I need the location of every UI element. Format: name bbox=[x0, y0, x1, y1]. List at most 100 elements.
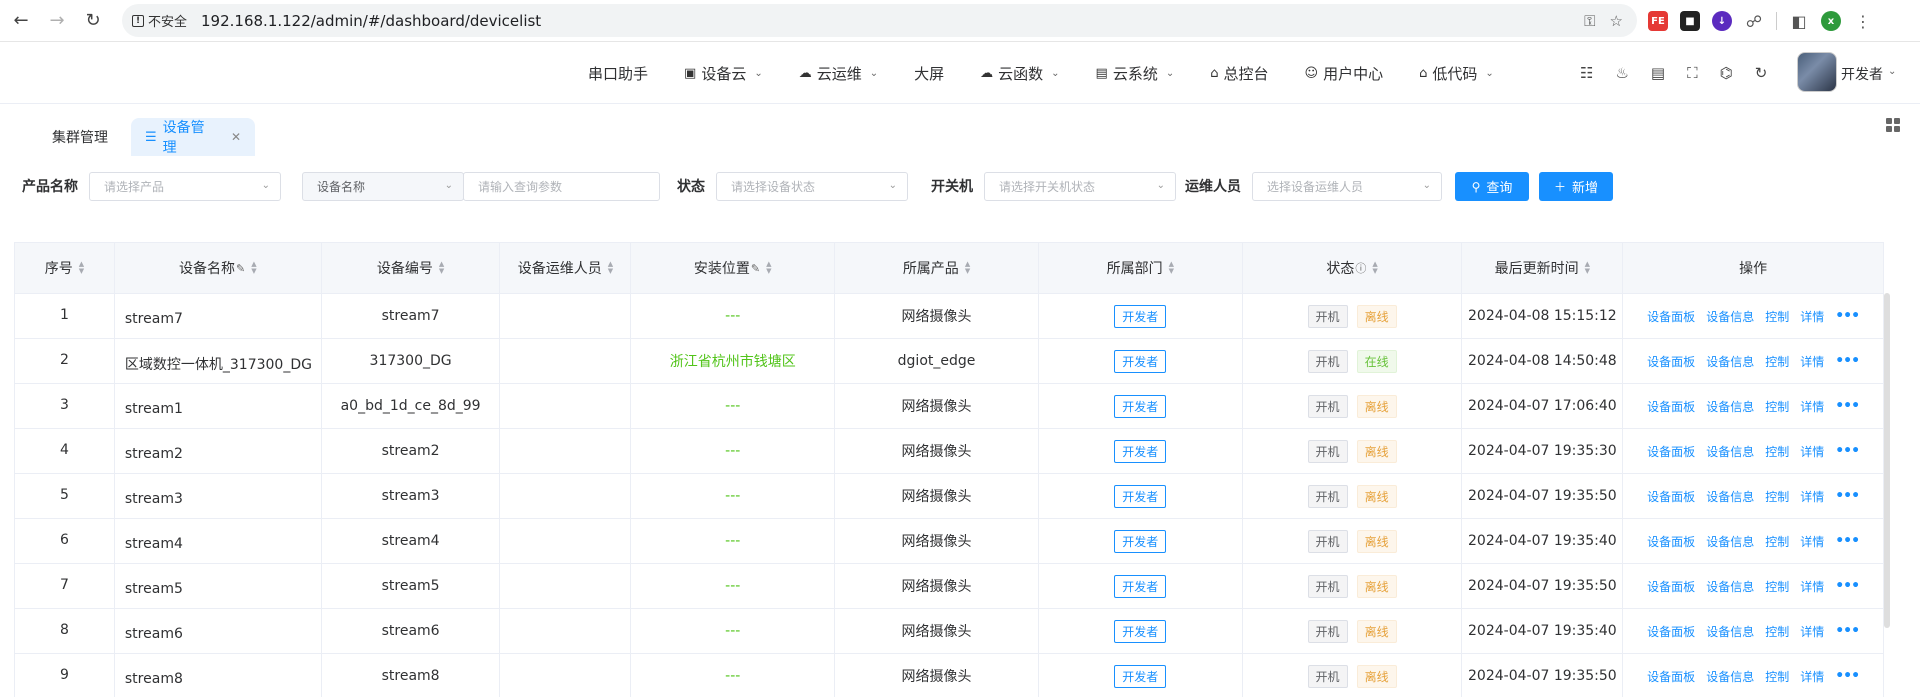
sort-icon[interactable]: ▲ ▼ bbox=[439, 261, 444, 275]
table-row[interactable]: 9 stream8 stream8 --- 网络摄像头 开发者 开机 离线 2024-04-07… bbox=[15, 654, 1883, 697]
more-icon[interactable]: ••• bbox=[1835, 668, 1860, 684]
device-panel-link[interactable]: 设备面板 bbox=[1647, 443, 1695, 460]
star-icon[interactable]: ☆ bbox=[1610, 12, 1623, 30]
menu-item[interactable]: 串口助手 bbox=[588, 63, 648, 84]
control-link[interactable]: 控制 bbox=[1765, 488, 1789, 505]
info-icon[interactable]: ⓘ bbox=[1355, 260, 1366, 276]
menu-item[interactable]: ⌂ 低代码 ⌄ bbox=[1419, 63, 1494, 84]
table-row[interactable]: 2 区域数控一体机_317300_DG 317300_DG 浙江省杭州市钱塘区 dgio… bbox=[15, 339, 1883, 384]
tree-icon[interactable]: ☷ bbox=[1580, 64, 1593, 82]
bell-icon[interactable]: ♨ bbox=[1615, 64, 1628, 82]
header-department[interactable]: 所属部门 ▲ ▼ bbox=[1039, 243, 1243, 293]
table-row[interactable]: 1 stream7 stream7 --- 网络摄像头 开发者 开机 离线 2024-04-08… bbox=[15, 294, 1883, 339]
sort-icon[interactable]: ▲ ▼ bbox=[251, 261, 256, 275]
control-link[interactable]: 控制 bbox=[1765, 623, 1789, 640]
reload-icon[interactable]: ↻ bbox=[78, 6, 108, 36]
menu-item[interactable]: ☺ 用户中心 bbox=[1305, 63, 1384, 84]
table-row[interactable]: 8 stream6 stream6 --- 网络摄像头 开发者 开机 离线 2024-04-07… bbox=[15, 609, 1883, 654]
fe-extension-icon[interactable]: FE bbox=[1648, 11, 1668, 31]
device-panel-link[interactable]: 设备面板 bbox=[1647, 398, 1695, 415]
menu-item[interactable]: ▣ 设备云 ⌄ bbox=[684, 63, 763, 84]
device-info-link[interactable]: 设备信息 bbox=[1706, 623, 1754, 640]
grid-icon[interactable] bbox=[1886, 118, 1900, 132]
menu-item[interactable]: ⌂ 总控台 bbox=[1210, 63, 1268, 84]
profile-avatar[interactable]: x bbox=[1821, 11, 1841, 31]
detail-link[interactable]: 详情 bbox=[1800, 443, 1824, 460]
menu-item[interactable]: ▤ 云系统 ⌄ bbox=[1096, 63, 1175, 84]
control-link[interactable]: 控制 bbox=[1765, 353, 1789, 370]
device-info-link[interactable]: 设备信息 bbox=[1706, 353, 1754, 370]
add-button[interactable]: ＋ 新增 bbox=[1539, 172, 1613, 201]
header-product[interactable]: 所属产品 ▲ ▼ bbox=[835, 243, 1039, 293]
sort-icon[interactable]: ▲ ▼ bbox=[608, 261, 613, 275]
back-icon[interactable]: ← bbox=[6, 6, 36, 36]
header-device-name[interactable]: 设备名称 ✎ ▲ ▼ bbox=[115, 243, 322, 293]
detail-link[interactable]: 详情 bbox=[1800, 668, 1824, 685]
avatar[interactable] bbox=[1797, 52, 1837, 92]
query-button[interactable]: ⚲ 查询 bbox=[1455, 172, 1529, 201]
more-icon[interactable]: ••• bbox=[1835, 353, 1860, 369]
more-icon[interactable]: ••• bbox=[1835, 398, 1860, 414]
side-panel-icon[interactable]: ◧ bbox=[1789, 11, 1809, 31]
detail-link[interactable]: 详情 bbox=[1800, 308, 1824, 325]
control-link[interactable]: 控制 bbox=[1765, 398, 1789, 415]
control-link[interactable]: 控制 bbox=[1765, 668, 1789, 685]
tab-cluster-management[interactable]: 集群管理 bbox=[38, 118, 122, 156]
header-updated-time[interactable]: 最后更新时间 ▲ ▼ bbox=[1462, 243, 1624, 293]
chevron-down-icon[interactable]: ⌄ bbox=[1888, 66, 1896, 77]
puzzle-icon[interactable]: ☍ bbox=[1744, 11, 1764, 31]
address-bar[interactable]: ! 不安全 192.168.1.122/admin/#/dashboard/de… bbox=[122, 4, 1637, 37]
key-icon[interactable]: ⚿ bbox=[1584, 12, 1595, 30]
detail-link[interactable]: 详情 bbox=[1800, 488, 1824, 505]
tab-device-management[interactable]: ☰ 设备管理 ✕ bbox=[131, 118, 255, 156]
detail-link[interactable]: 详情 bbox=[1800, 398, 1824, 415]
insecure-indicator[interactable]: ! 不安全 bbox=[132, 11, 187, 30]
document-icon[interactable]: ▤ bbox=[1651, 64, 1665, 82]
sort-icon[interactable]: ▲ ▼ bbox=[766, 261, 771, 275]
header-index[interactable]: 序号 ▲ ▼ bbox=[15, 243, 115, 293]
status-select[interactable]: 请选择设备状态 ⌄ bbox=[716, 172, 908, 201]
menu-item[interactable]: ☁ 云函数 ⌄ bbox=[980, 63, 1059, 84]
more-icon[interactable]: ••• bbox=[1835, 488, 1860, 504]
device-panel-link[interactable]: 设备面板 bbox=[1647, 308, 1695, 325]
translate-icon[interactable]: ⌬ bbox=[1720, 64, 1733, 82]
fullscreen-icon[interactable]: ⛶ bbox=[1687, 64, 1698, 82]
refresh-icon[interactable]: ↻ bbox=[1755, 64, 1768, 82]
device-info-link[interactable]: 设备信息 bbox=[1706, 308, 1754, 325]
query-input[interactable]: 请输入查询参数 bbox=[463, 172, 660, 201]
control-link[interactable]: 控制 bbox=[1765, 308, 1789, 325]
menu-item[interactable]: ☁ 云运维 ⌄ bbox=[799, 63, 878, 84]
control-link[interactable]: 控制 bbox=[1765, 578, 1789, 595]
sort-icon[interactable]: ▲ ▼ bbox=[1372, 261, 1377, 275]
menu-item[interactable]: 大屏 bbox=[914, 63, 944, 84]
more-icon[interactable]: ••• bbox=[1835, 443, 1860, 459]
sort-icon[interactable]: ▲ ▼ bbox=[965, 261, 970, 275]
ops-select[interactable]: 选择设备运维人员 ⌄ bbox=[1252, 172, 1442, 201]
power-select[interactable]: 请选择开关机状态 ⌄ bbox=[984, 172, 1176, 201]
user-name[interactable]: 开发者 bbox=[1841, 64, 1883, 84]
device-panel-link[interactable]: 设备面板 bbox=[1647, 578, 1695, 595]
device-panel-link[interactable]: 设备面板 bbox=[1647, 533, 1695, 550]
header-device-code[interactable]: 设备编号 ▲ ▼ bbox=[322, 243, 501, 293]
header-status[interactable]: 状态 ⓘ ▲ ▼ bbox=[1243, 243, 1463, 293]
sort-icon[interactable]: ▲ ▼ bbox=[1585, 261, 1590, 275]
extension-icon[interactable]: ■ bbox=[1680, 11, 1700, 31]
more-menu-icon[interactable]: ⋮ bbox=[1853, 11, 1873, 31]
more-icon[interactable]: ••• bbox=[1835, 623, 1860, 639]
table-row[interactable]: 7 stream5 stream5 --- 网络摄像头 开发者 开机 离线 2024-04-07… bbox=[15, 564, 1883, 609]
product-select[interactable]: 请选择产品 ⌄ bbox=[89, 172, 281, 201]
table-row[interactable]: 5 stream3 stream3 --- 网络摄像头 开发者 开机 离线 2024-04-07… bbox=[15, 474, 1883, 519]
table-row[interactable]: 3 stream1 a0_bd_1d_ce_8d_99 --- 网络摄像头 开发者 开机 离线… bbox=[15, 384, 1883, 429]
detail-link[interactable]: 详情 bbox=[1800, 578, 1824, 595]
device-info-link[interactable]: 设备信息 bbox=[1706, 533, 1754, 550]
query-field-select[interactable]: 设备名称 ⌄ bbox=[302, 172, 464, 201]
device-info-link[interactable]: 设备信息 bbox=[1706, 443, 1754, 460]
more-icon[interactable]: ••• bbox=[1835, 308, 1860, 324]
table-scrollbar[interactable] bbox=[1884, 293, 1890, 628]
device-panel-link[interactable]: 设备面板 bbox=[1647, 353, 1695, 370]
detail-link[interactable]: 详情 bbox=[1800, 533, 1824, 550]
detail-link[interactable]: 详情 bbox=[1800, 623, 1824, 640]
control-link[interactable]: 控制 bbox=[1765, 443, 1789, 460]
device-panel-link[interactable]: 设备面板 bbox=[1647, 488, 1695, 505]
sort-icon[interactable]: ▲ ▼ bbox=[79, 261, 84, 275]
